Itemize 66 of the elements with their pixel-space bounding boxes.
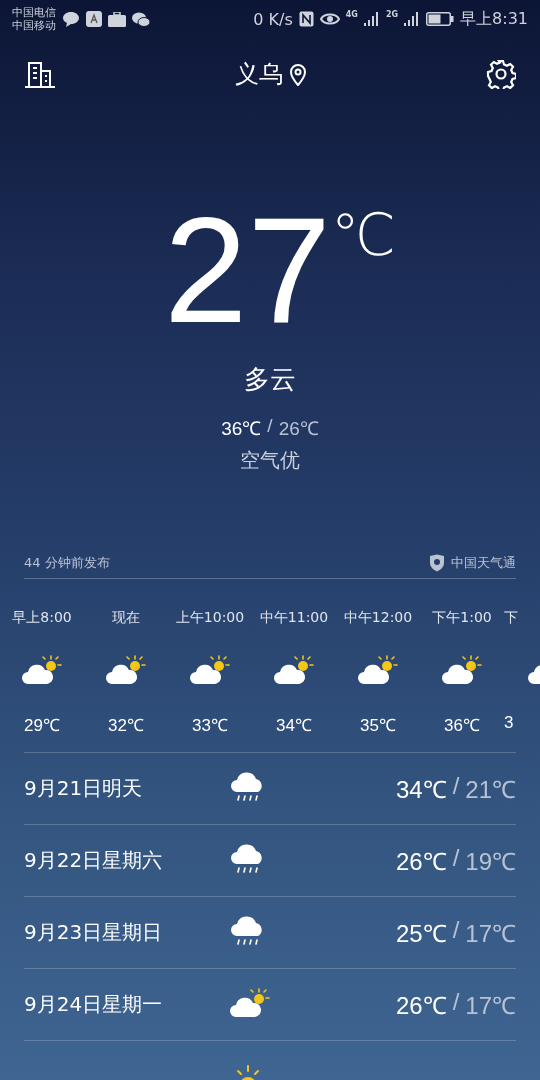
- hour-label: 下午1:00: [432, 609, 492, 627]
- carrier-name: 中国电信: [12, 6, 56, 19]
- chat-bubble-icon: [62, 11, 80, 27]
- partly-cloudy-icon: [358, 655, 398, 685]
- hour-label: 早上8:00: [12, 609, 72, 627]
- hour-label: 现在: [112, 609, 140, 627]
- settings-icon[interactable]: [486, 59, 516, 89]
- partly-cloudy-icon: [274, 655, 314, 685]
- forecast-high: 34℃: [395, 775, 447, 805]
- forecast-low: 17℃: [465, 991, 516, 1021]
- partly-cloudy-icon: [22, 655, 62, 685]
- forecast-low: 17℃: [465, 919, 516, 949]
- hour-temperature: 29℃: [24, 715, 60, 736]
- current-temperature: 27: [164, 200, 331, 340]
- publish-time: 44 分钟前发布: [24, 554, 110, 572]
- hour-temperature: 33℃: [192, 715, 228, 736]
- buildings-icon[interactable]: [24, 60, 56, 88]
- network-speed: 0 K/s: [253, 9, 293, 29]
- separator: /: [452, 844, 460, 873]
- forecast-date: 9月23日星期日: [24, 920, 163, 944]
- partly-cloudy-icon: [106, 655, 146, 685]
- city-name: 义乌: [235, 59, 283, 90]
- hour-temperature: 32℃: [108, 715, 144, 736]
- carrier-name: 中国移动: [12, 19, 56, 32]
- separator: /: [267, 415, 273, 438]
- forecast-low: 19℃: [465, 847, 516, 877]
- hour-temperature: 36℃: [444, 715, 480, 736]
- partly-cloudy-icon: [190, 655, 230, 685]
- signal-icon: [363, 12, 380, 26]
- separator: /: [452, 916, 460, 945]
- forecast-high: 26℃: [395, 847, 447, 877]
- forecast-date: 9月21日明天: [24, 776, 143, 800]
- forecast-low: 21℃: [465, 775, 516, 805]
- separator: /: [452, 988, 460, 1017]
- network-type: 2G: [385, 10, 399, 19]
- hour-temperature: 35℃: [360, 715, 396, 736]
- clock-time: 早上8:31: [460, 8, 528, 30]
- battery-icon: [426, 12, 455, 26]
- temperature-unit: ℃: [330, 200, 396, 270]
- forecast-high: 26℃: [395, 991, 447, 1021]
- high-temperature: 36℃: [221, 417, 262, 441]
- location-pin-icon[interactable]: [289, 62, 307, 86]
- data-source: 中国天气通: [451, 554, 516, 572]
- partly-cloudy-icon: [442, 655, 482, 685]
- emblem-icon: [429, 554, 445, 572]
- hour-label: 下: [504, 609, 518, 627]
- hour-label: 中午11:00: [259, 609, 329, 627]
- forecast-date: 9月22日星期六: [24, 848, 163, 872]
- partly-cloudy-icon: [230, 987, 270, 1018]
- separator: /: [452, 772, 460, 801]
- network-type: 4G: [345, 10, 358, 19]
- signal-icon: [404, 12, 421, 26]
- low-temperature: 26℃: [278, 417, 319, 441]
- hour-label: 中午12:00: [343, 609, 413, 627]
- air-quality: 空气优: [240, 447, 300, 474]
- chat-bubbles-icon: [132, 11, 150, 27]
- forecast-date: 9月24日星期一: [24, 992, 163, 1016]
- forecast-high: 25℃: [395, 919, 447, 949]
- hour-temperature: 34℃: [276, 715, 312, 736]
- briefcase-icon: [108, 11, 126, 27]
- app-notification-icon: [86, 11, 102, 27]
- eye-icon: [319, 12, 340, 26]
- nfc-icon: [298, 11, 314, 27]
- hour-label: 上午10:00: [175, 609, 245, 627]
- hour-temperature: 3: [504, 713, 514, 733]
- weather-condition: 多云: [244, 363, 296, 396]
